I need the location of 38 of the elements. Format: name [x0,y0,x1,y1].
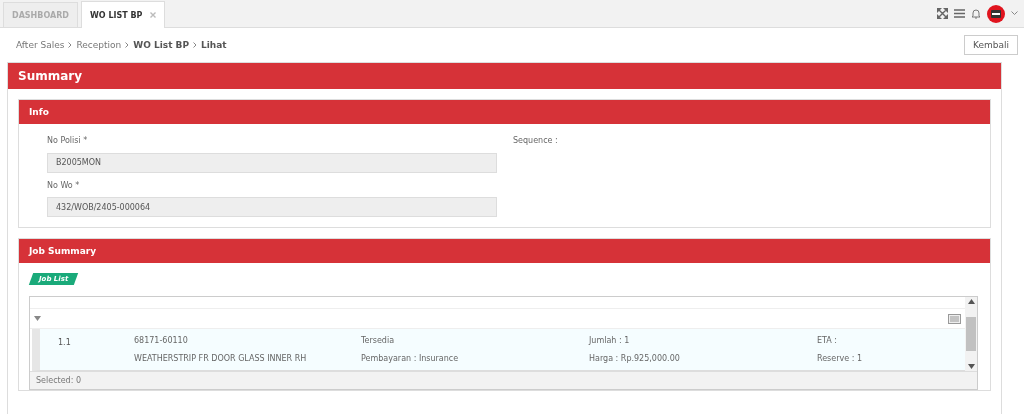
field-label: No Wo * [47,180,81,190]
bell-icon[interactable] [971,8,981,19]
avatar-icon[interactable] [987,4,1005,23]
selection-count: Selected: 0 [30,371,977,389]
table-cell-text: Jumlah : 1 [589,336,631,345]
table-row[interactable]: 1.1 68171-60110 WEATHERSTRIP FR DOOR GLASS INNER RH Tersedia Pembayaran : Insurance Jumlah : 1 Harga : Rp.925,000.00 ETA : Reserve : 1 [32,329,965,371]
field-label: Sequence : [513,136,559,145]
panel-header: Info [19,100,990,124]
back-button[interactable]: Kembali [964,35,1018,55]
expand-icon[interactable] [937,8,948,19]
row-number: 1.1 [57,337,72,349]
input-field[interactable]: 432/WOB/2405-000064 [47,197,497,217]
chevron-down-icon[interactable] [1011,11,1018,16]
breadcrumb-item[interactable]: Reception [76,40,122,50]
chevron-right-icon [68,42,73,48]
tab[interactable]: WO LIST BP [80,1,166,28]
table-cell-text: 68171-60110 [134,336,189,345]
scroll-up-icon[interactable] [967,299,975,304]
chevron-right-icon [193,42,198,48]
menu-icon[interactable] [954,9,965,18]
table-cell: Reserve : 1 [817,354,863,363]
breadcrumb-item[interactable]: After Sales [16,40,65,50]
caret-down-icon[interactable] [34,316,41,321]
section-header: Summary [8,63,1001,89]
table-cell-text: Pembayaran : Insurance [361,354,460,363]
breadcrumb-item[interactable]: WO List BP [133,40,190,50]
scrollbar[interactable] [965,297,977,371]
breadcrumb-item[interactable]: Lihat [201,40,227,50]
chevron-right-icon [125,42,130,48]
input-field[interactable]: B2005MON [47,152,497,173]
field-label: No Polisi * [47,136,89,145]
panel-header: Job Summary [19,239,990,263]
scroll-down-icon[interactable] [967,364,975,369]
table-cell-text: Harga : Rp.925,000.00 [589,354,681,363]
table-cell-text: ETA : [817,336,839,345]
table-cell-text: Tersedia [361,336,396,345]
list-icon[interactable] [948,313,961,324]
table-cell-text: WEATHERSTRIP FR DOOR GLASS INNER RH [134,354,308,363]
